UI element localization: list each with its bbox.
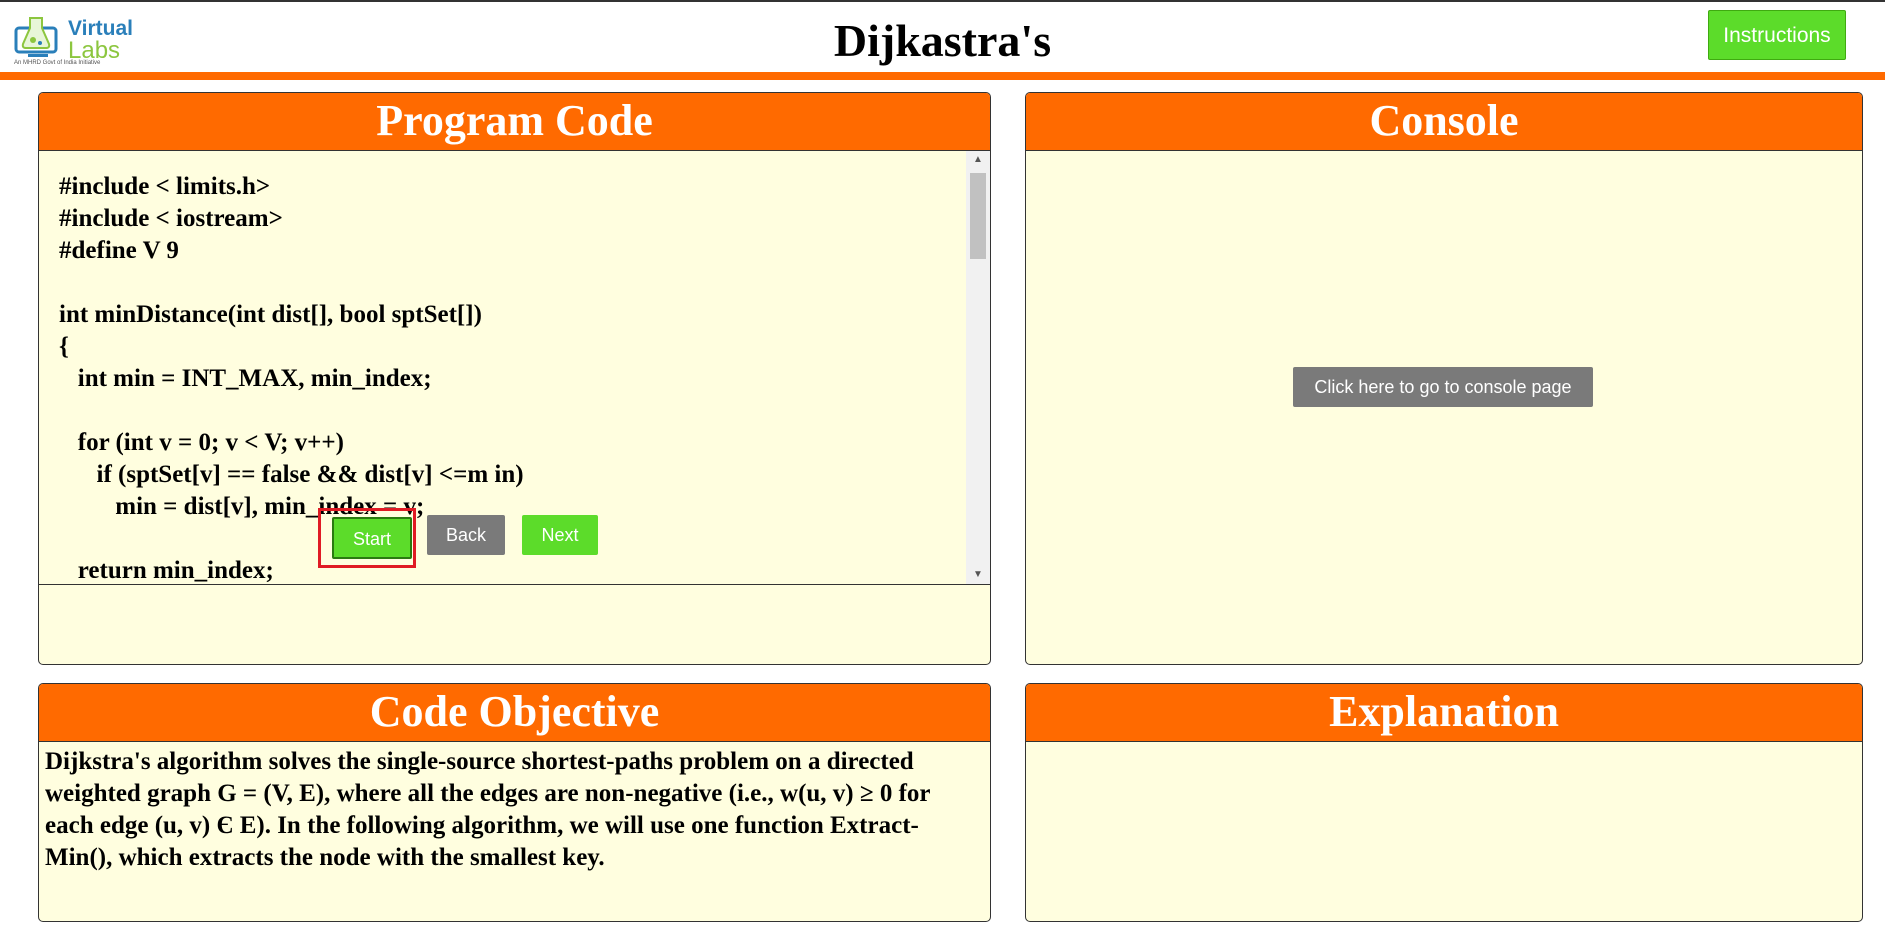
start-button[interactable]: Start	[332, 517, 412, 559]
code-line: {	[59, 333, 69, 360]
scroll-thumb[interactable]	[970, 173, 986, 259]
code-line: return min_index;	[59, 557, 274, 584]
explanation-title: Explanation	[1026, 684, 1862, 742]
console-title: Console	[1026, 93, 1862, 151]
back-button[interactable]: Back	[427, 515, 505, 555]
instructions-button[interactable]: Instructions	[1708, 10, 1846, 60]
code-line: int min = INT_MAX, min_index;	[59, 365, 432, 392]
code-objective-title: Code Objective	[39, 684, 990, 742]
scroll-down-arrow-icon[interactable]: ▼	[966, 566, 990, 584]
code-scrollbar[interactable]: ▲ ▼	[966, 151, 990, 584]
header-divider	[0, 72, 1885, 80]
go-to-console-button[interactable]: Click here to go to console page	[1293, 367, 1593, 407]
code-line: #include < iostream>	[59, 205, 283, 232]
code-line: if (sptSet[v] == false && dist[v] <=m in…	[59, 461, 524, 488]
program-code-title: Program Code	[39, 93, 990, 151]
code-viewer[interactable]: #include < limits.h> #include < iostream>…	[39, 151, 990, 585]
next-button[interactable]: Next	[522, 515, 598, 555]
top-header: Virtual Labs An MHRD Govt of India Initi…	[0, 0, 1885, 72]
program-code-panel: Program Code #include < limits.h> #includ…	[38, 92, 991, 665]
explanation-panel: Explanation	[1025, 683, 1863, 922]
code-line: #define V 9	[59, 237, 179, 264]
console-panel: Console Click here to go to console page	[1025, 92, 1863, 665]
page-title: Dijkastra's	[833, 15, 1052, 66]
code-line: for (int v = 0; v < V; v++)	[59, 429, 344, 456]
scroll-up-arrow-icon[interactable]: ▲	[966, 151, 990, 169]
code-line: #include < limits.h>	[59, 173, 271, 200]
code-line: int minDistance(int dist[], bool sptSet[…	[59, 301, 482, 328]
code-objective-panel: Code Objective Dijkstra's algorithm solv…	[38, 683, 991, 922]
code-objective-text: Dijkstra's algorithm solves the single-s…	[45, 748, 931, 871]
